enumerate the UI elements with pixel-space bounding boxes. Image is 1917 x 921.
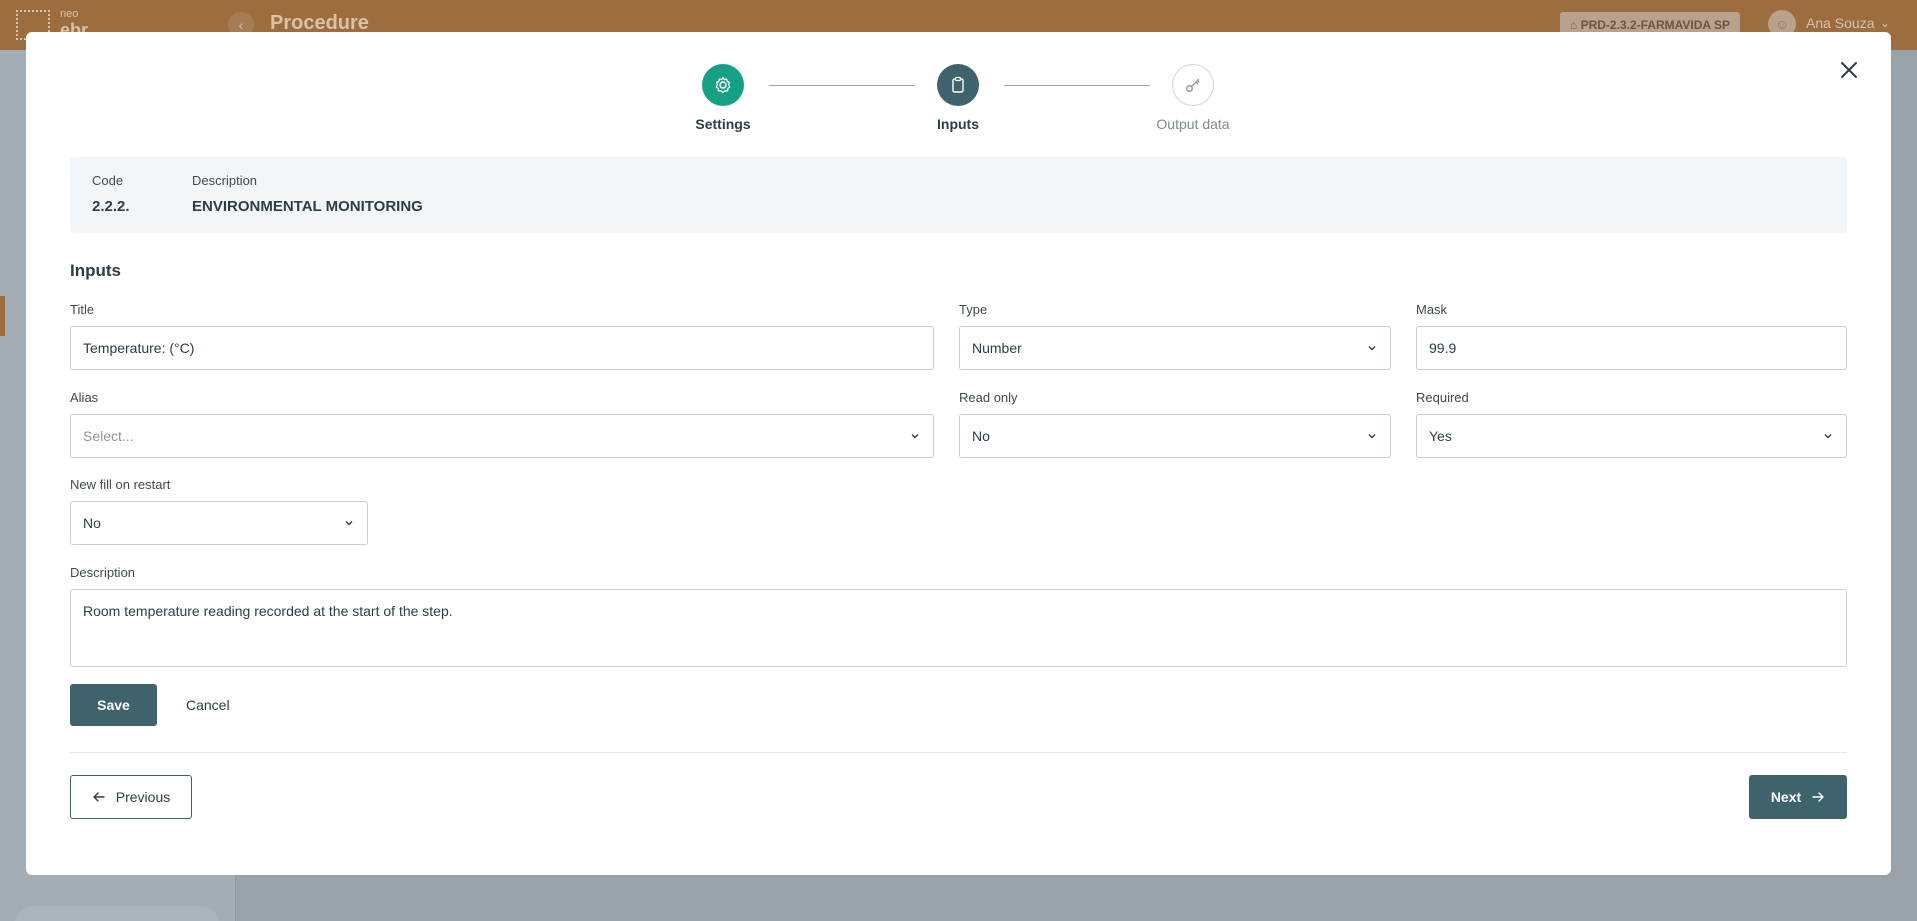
previous-button-label: Previous [115, 789, 171, 805]
chevron-down-icon [1368, 346, 1376, 351]
description-field-label: Description [70, 565, 136, 580]
new-fill-on-restart-label: New fill on restart [70, 477, 171, 492]
stepper-connector [769, 85, 915, 86]
mask-input-value: 99.9 [1429, 340, 1457, 356]
chevron-down-icon [911, 434, 919, 439]
type-label: Type [959, 302, 988, 317]
alias-select-placeholder: Select... [83, 428, 134, 444]
mask-label: Mask [1416, 302, 1448, 317]
user-name: Ana Souza [1806, 15, 1875, 31]
chevron-down-icon [1824, 434, 1832, 439]
step-label: Output data [1156, 116, 1230, 132]
step-settings[interactable]: Settings [663, 64, 783, 132]
logo-text-top: neo [60, 8, 79, 20]
step-inputs[interactable]: Inputs [898, 64, 1018, 132]
type-select-value: Number [972, 340, 1022, 356]
title-input[interactable]: Temperature: (°C) [70, 326, 934, 370]
required-label: Required [1416, 390, 1469, 405]
next-button[interactable]: Next [1749, 775, 1847, 819]
arrow-right-icon [1811, 790, 1825, 804]
code-value: 2.2.2. [92, 198, 130, 215]
required-select-value: Yes [1429, 428, 1452, 444]
input-wizard-modal: Settings Inputs Output data Code 2.2.2. … [26, 32, 1891, 875]
title-input-value: Temperature: (°C) [83, 340, 195, 356]
step-output-data[interactable]: Output data [1133, 64, 1253, 132]
read-only-label: Read only [959, 390, 1018, 405]
alias-select[interactable]: Select... [70, 414, 934, 458]
description-textarea[interactable]: Room temperature reading recorded at the… [70, 589, 1847, 667]
arrow-left-icon [92, 790, 106, 804]
procedure-info-panel: Code 2.2.2. Description ENVIRONMENTAL MO… [70, 157, 1847, 233]
chevron-down-icon [1368, 434, 1376, 439]
clipboard-icon [937, 64, 979, 106]
chevron-down-icon [345, 521, 353, 526]
new-fill-on-restart-value: No [83, 515, 101, 531]
title-label: Title [70, 302, 95, 317]
wizard-stepper: Settings Inputs Output data [26, 32, 1891, 142]
required-select[interactable]: Yes [1416, 414, 1847, 458]
alias-label: Alias [70, 390, 99, 405]
previous-button[interactable]: Previous [70, 775, 192, 819]
step-label: Inputs [937, 116, 979, 132]
cancel-button[interactable]: Cancel [178, 684, 238, 726]
description-label: Description [192, 173, 258, 188]
code-label: Code [92, 173, 124, 188]
key-icon [1172, 64, 1214, 106]
environment-badge-label: PRD-2.3.2-FARMAVIDA SP [1580, 18, 1730, 32]
read-only-select[interactable]: No [959, 414, 1391, 458]
mask-input[interactable]: 99.9 [1416, 326, 1847, 370]
gear-icon [702, 64, 744, 106]
save-button[interactable]: Save [70, 684, 157, 726]
type-select[interactable]: Number [959, 326, 1391, 370]
new-fill-on-restart-select[interactable]: No [70, 501, 368, 545]
help-pill [14, 906, 220, 921]
section-title: Inputs [70, 261, 121, 280]
step-label: Settings [695, 116, 751, 132]
stepper-connector [1004, 85, 1150, 86]
divider [70, 752, 1847, 753]
sidebar-active-marker [0, 296, 5, 336]
next-button-label: Next [1770, 789, 1802, 805]
description-value: ENVIRONMENTAL MONITORING [192, 198, 423, 215]
read-only-select-value: No [972, 428, 990, 444]
user-menu-chevron-down-icon: ⌄ [1880, 16, 1891, 30]
